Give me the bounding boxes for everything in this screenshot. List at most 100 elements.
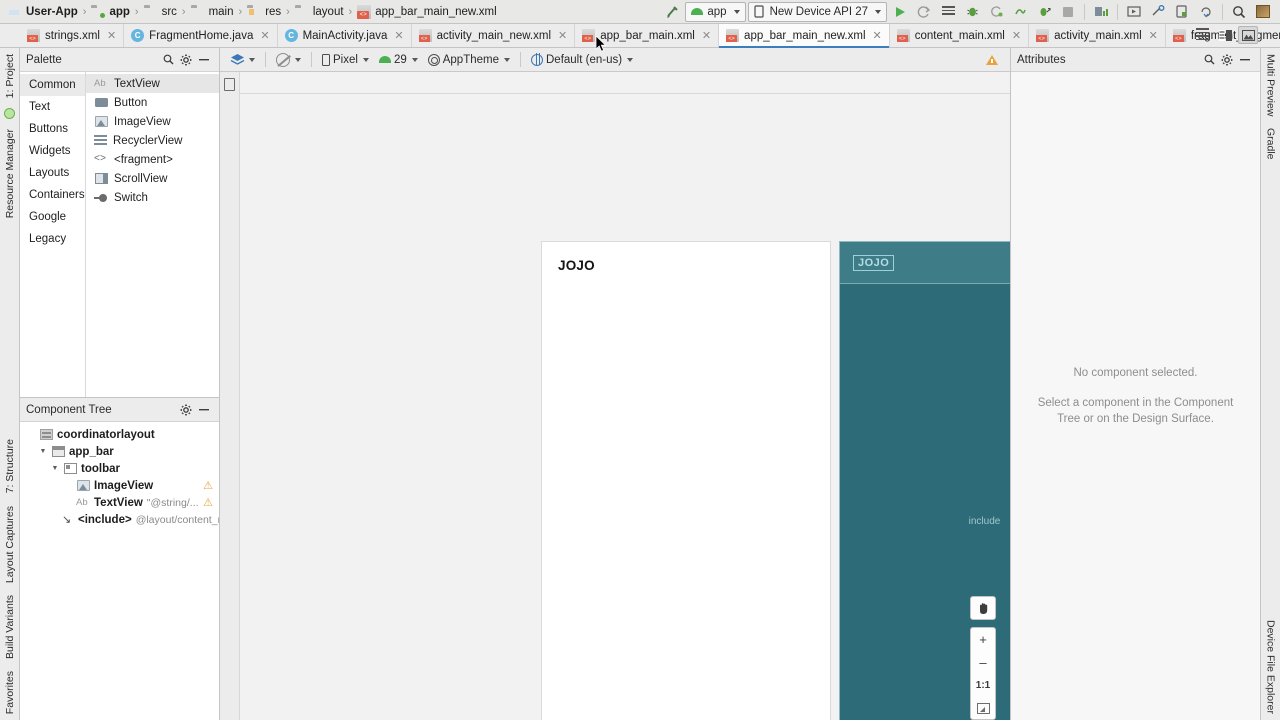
editor-tab-mainactivity-java[interactable]: C MainActivity.java ✕: [277, 24, 412, 47]
close-icon[interactable]: ✕: [558, 29, 567, 42]
gear-icon[interactable]: [177, 51, 195, 69]
view-mode-design[interactable]: [1238, 26, 1258, 44]
palette-category-layouts[interactable]: Layouts: [20, 162, 85, 184]
tree-node-textview[interactable]: Ab TextView "@string/... ⚠: [20, 494, 219, 511]
sdk-manager-button[interactable]: [1123, 2, 1145, 22]
theme-dropdown[interactable]: AppTheme: [424, 50, 514, 70]
sync-gradle-button[interactable]: [1195, 2, 1217, 22]
expand-arrow[interactable]: ▼: [50, 465, 60, 472]
tree-node-include[interactable]: ↘ <include> @layout/content_m...: [20, 511, 219, 528]
sidebar-item-device-file-explorer[interactable]: Device File Explorer: [1265, 614, 1277, 720]
palette-category-google[interactable]: Google: [20, 206, 85, 228]
breadcrumb-item-app[interactable]: app: [87, 2, 133, 22]
editor-tab-content-main-xml[interactable]: content_main.xml ✕: [889, 24, 1030, 47]
sidebar-item-layout-captures[interactable]: Layout Captures: [4, 500, 16, 589]
blueprint-mode-button[interactable]: [272, 50, 305, 70]
blueprint-toolbar-title[interactable]: JOJO: [853, 255, 895, 271]
profile-button[interactable]: [1009, 2, 1031, 22]
debug-button[interactable]: [961, 2, 983, 22]
sidebar-item-resource-manager[interactable]: Resource Manager: [4, 123, 16, 224]
breadcrumb-item-res[interactable]: res: [243, 2, 285, 22]
device-dropdown[interactable]: Pixel: [318, 50, 373, 70]
render-preview[interactable]: JOJO: [542, 242, 830, 720]
sidebar-item-project[interactable]: 1: Project: [4, 48, 16, 104]
view-mode-split[interactable]: [1215, 26, 1235, 44]
tree-node-toolbar[interactable]: ▼ toolbar: [20, 460, 219, 477]
expand-arrow[interactable]: ▼: [38, 448, 48, 455]
apply-changes-button[interactable]: [913, 2, 935, 22]
palette-category-common[interactable]: Common: [20, 74, 85, 96]
zoom-out-button[interactable]: –: [971, 651, 995, 674]
locale-dropdown[interactable]: Default (en-us): [527, 50, 637, 70]
stop-button[interactable]: [1057, 2, 1079, 22]
minimize-icon[interactable]: [195, 401, 213, 419]
palette-category-buttons[interactable]: Buttons: [20, 118, 85, 140]
layout-inspector-button[interactable]: [1147, 2, 1169, 22]
device-manager-button[interactable]: [1171, 2, 1193, 22]
warning-icon[interactable]: [986, 54, 998, 65]
palette-item-switch[interactable]: Switch: [86, 188, 219, 207]
palette-category-text[interactable]: Text: [20, 96, 85, 118]
palette-item-scrollview[interactable]: ScrollView: [86, 169, 219, 188]
sidebar-item-multi-preview[interactable]: Multi Preview: [1265, 48, 1277, 122]
palette-category-containers[interactable]: Containers: [20, 184, 85, 206]
close-icon[interactable]: ✕: [1149, 29, 1158, 42]
palette-item-fragment[interactable]: <> <fragment>: [86, 150, 219, 169]
run-anything-button[interactable]: [937, 2, 959, 22]
close-icon[interactable]: ✕: [702, 29, 711, 42]
palette-item-imageview[interactable]: ImageView: [86, 112, 219, 131]
editor-tab-activity-main-new-xml[interactable]: activity_main_new.xml ✕: [411, 24, 576, 47]
gear-icon[interactable]: [177, 401, 195, 419]
warning-icon[interactable]: ⚠: [203, 479, 213, 492]
minimize-icon[interactable]: [195, 51, 213, 69]
tree-node-coordinatorlayout[interactable]: coordinatorlayout: [20, 426, 219, 443]
minimize-icon[interactable]: [1236, 51, 1254, 69]
zoom-to-fit-button[interactable]: [971, 697, 995, 719]
device-selector[interactable]: New Device API 27: [747, 1, 887, 22]
editor-tab-activity-main-xml[interactable]: activity_main.xml ✕: [1029, 24, 1166, 47]
breadcrumb-item-file[interactable]: app_bar_main_new.xml: [353, 2, 500, 22]
editor-tab-strings-xml[interactable]: strings.xml ✕: [20, 24, 125, 47]
breadcrumb-item-project[interactable]: User-App: [4, 2, 82, 22]
close-icon[interactable]: ✕: [873, 29, 882, 42]
avd-icon-button[interactable]: [1252, 2, 1274, 22]
palette-item-button[interactable]: Button: [86, 93, 219, 112]
hand-pan-button[interactable]: [970, 596, 996, 620]
sidebar-item-gradle[interactable]: Gradle: [1265, 122, 1277, 166]
search-icon[interactable]: [1200, 51, 1218, 69]
close-icon[interactable]: ✕: [260, 29, 269, 42]
breadcrumb-item-layout[interactable]: layout: [291, 2, 348, 22]
layers-button[interactable]: [226, 50, 259, 70]
close-icon[interactable]: ✕: [394, 29, 403, 42]
avd-manager-button[interactable]: [1090, 2, 1112, 22]
tree-node-imageview[interactable]: ImageView ⚠: [20, 477, 219, 494]
run-button[interactable]: [889, 2, 911, 22]
attach-debugger-button[interactable]: [1033, 2, 1055, 22]
gear-icon[interactable]: [1218, 51, 1236, 69]
design-surface[interactable]: JOJO JOJO include + – 1:1: [220, 72, 1010, 720]
warning-icon[interactable]: ⚠: [203, 496, 213, 509]
view-mode-code[interactable]: [1192, 26, 1212, 44]
build-icon[interactable]: [661, 2, 683, 22]
constraint-tool-icon[interactable]: [224, 78, 235, 91]
api-dropdown[interactable]: 29: [375, 50, 422, 70]
search-icon[interactable]: [159, 51, 177, 69]
sidebar-item-favorites[interactable]: Favorites: [4, 665, 16, 720]
apply-code-changes-button[interactable]: [985, 2, 1007, 22]
close-icon[interactable]: ✕: [1012, 29, 1021, 42]
editor-tab-app-bar-main-new-xml[interactable]: app_bar_main_new.xml ✕: [719, 24, 890, 48]
search-everywhere-button[interactable]: [1228, 2, 1250, 22]
breadcrumb-item-src[interactable]: src: [140, 2, 181, 22]
breadcrumb-item-main[interactable]: main: [187, 2, 238, 22]
sidebar-item-structure[interactable]: 7: Structure: [4, 433, 16, 499]
palette-item-recyclerview[interactable]: RecyclerView: [86, 131, 219, 150]
run-configuration-selector[interactable]: app: [685, 1, 746, 22]
tree-node-app-bar[interactable]: ▼ app_bar: [20, 443, 219, 460]
palette-category-widgets[interactable]: Widgets: [20, 140, 85, 162]
palette-category-legacy[interactable]: Legacy: [20, 228, 85, 250]
zoom-in-button[interactable]: +: [971, 628, 995, 651]
zoom-actual-size-button[interactable]: 1:1: [971, 674, 995, 697]
close-icon[interactable]: ✕: [107, 29, 116, 42]
editor-tab-fragmenthome-java[interactable]: C FragmentHome.java ✕: [124, 24, 278, 47]
palette-item-textview[interactable]: Ab TextView: [86, 74, 219, 93]
